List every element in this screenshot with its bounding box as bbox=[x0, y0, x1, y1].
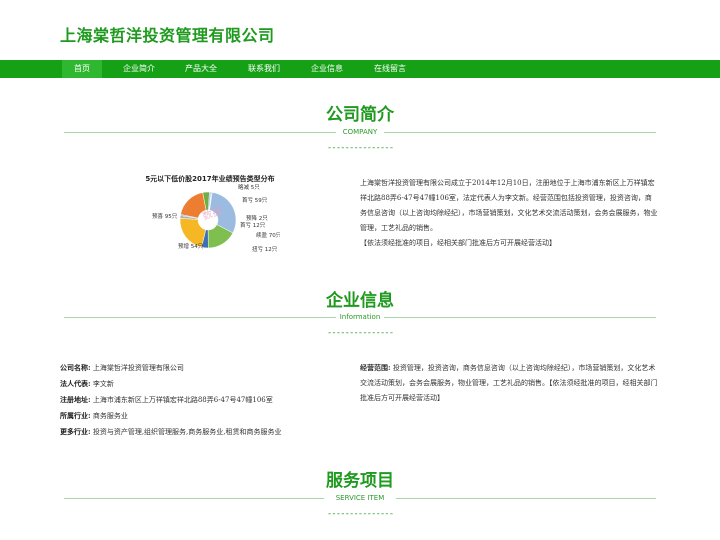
site-title: 上海棠哲洋投资管理有限公司 bbox=[60, 26, 275, 45]
info-row-legal-rep: 法人代表: 李文新 bbox=[60, 379, 114, 388]
nav-item-home[interactable]: 首页 bbox=[62, 60, 102, 78]
intro-note: 【依法须经批准的项目，经相关部门批准后方可开展经营活动】 bbox=[360, 239, 556, 247]
intro-dashes: --------------- bbox=[326, 143, 394, 153]
pie-label: 续盈 70只 bbox=[256, 231, 280, 239]
intro-section-subtitle: COMPANY bbox=[342, 128, 378, 136]
info-dashes: --------------- bbox=[326, 328, 394, 338]
service-section-title: 服务项目 bbox=[326, 471, 394, 491]
nav-item-products[interactable]: 产品大全 bbox=[180, 60, 222, 78]
service-section-subtitle: SERVICE ITEM bbox=[335, 494, 385, 502]
info-section-subtitle: Information bbox=[339, 313, 381, 321]
pie-label: 预喜 95只 bbox=[152, 212, 178, 220]
service-dashes: --------------- bbox=[326, 509, 394, 519]
pie-label: 扭亏 12只 bbox=[252, 245, 278, 253]
info-row-more-industry: 更多行业: 投资与资产管理,组织管理服务,商务服务业,租赁和商务服务业 bbox=[60, 427, 282, 436]
intro-paragraph: 上海棠哲洋投资管理有限公司成立于2014年12月10日，注册地位于上海市浦东新区… bbox=[360, 179, 658, 232]
nav-bar: 首页 企业简介 产品大全 联系我们 企业信息 在线留言 bbox=[0, 60, 720, 78]
scope-value: 投资管理，投资咨询，商务信息咨询（以上咨询均除经纪），市场营销策划，文化艺术交流… bbox=[360, 364, 658, 402]
pie-label: 首亏 59只 bbox=[242, 196, 268, 204]
business-scope: 经营范围: 投资管理，投资咨询，商务信息咨询（以上咨询均除经纪），市场营销策划，… bbox=[360, 360, 658, 406]
pie-label: 预降 2只 bbox=[246, 214, 268, 222]
nav-item-message[interactable]: 在线留言 bbox=[369, 60, 411, 78]
pie-chart: 数据 预喜 95只预增 54只 扭亏 12只续盈 70只略减 5只预降 2只首亏 … bbox=[152, 183, 280, 253]
intro-text: 上海棠哲洋投资管理有限公司成立于2014年12月10日，注册地位于上海市浦东新区… bbox=[360, 176, 658, 251]
info-row-industry: 所属行业: 商务服务业 bbox=[60, 411, 128, 420]
info-section-title: 企业信息 bbox=[326, 291, 394, 311]
pie-label: 预增 54只 bbox=[178, 242, 204, 250]
info-row-name: 公司名称: 上海棠哲洋投资管理有限公司 bbox=[60, 363, 184, 372]
intro-chart-image: 5元以下低价股2017年业绩预告类型分布 数据 预喜 95只 预增 54只 扭亏 1… bbox=[140, 174, 280, 256]
intro-section-title: 公司简介 bbox=[326, 105, 394, 125]
company-info-list: 公司名称: 上海棠哲洋投资管理有限公司 法人代表: 李文新 注册地址: 上海市浦… bbox=[60, 360, 350, 440]
nav-item-info[interactable]: 企业信息 bbox=[306, 60, 348, 78]
nav-item-contact[interactable]: 联系我们 bbox=[243, 60, 285, 78]
scope-key: 经营范围: bbox=[360, 363, 391, 372]
pie-label: 首亏 12只 bbox=[240, 221, 266, 229]
info-row-address: 注册地址: 上海市浦东新区上万祥镇宏祥北路88弄6-47号47幢106室 bbox=[60, 395, 273, 404]
pie-label: 略减 5只 bbox=[238, 183, 260, 191]
nav-item-intro[interactable]: 企业简介 bbox=[118, 60, 160, 78]
pie-slice bbox=[179, 218, 207, 248]
